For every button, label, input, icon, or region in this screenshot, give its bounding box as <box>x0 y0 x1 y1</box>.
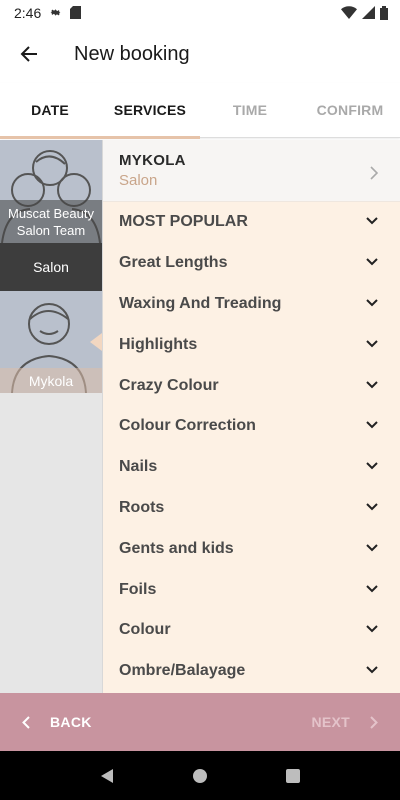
category-label: Waxing And Treading <box>119 294 282 312</box>
chevron-right-icon <box>370 165 384 180</box>
category-label: Roots <box>119 498 165 516</box>
category-label: MOST POPULAR <box>119 213 248 231</box>
chevron-down-icon <box>366 217 380 227</box>
wifi-icon <box>341 6 357 19</box>
selected-staff-name: MYKOLA <box>119 152 186 169</box>
category-row[interactable]: Ombre/Balayage <box>103 651 400 692</box>
chevron-down-icon <box>366 462 380 472</box>
chevron-left-icon <box>22 715 30 729</box>
sd-card-icon <box>70 6 82 19</box>
category-row[interactable]: MOST POPULAR <box>103 202 400 243</box>
page-title: New booking <box>74 42 190 65</box>
category-row[interactable]: Crazy Colour <box>103 365 400 406</box>
chevron-down-icon <box>366 421 380 431</box>
selected-staff-header[interactable]: MYKOLA Salon <box>103 140 400 202</box>
chevron-right-icon <box>370 715 378 729</box>
chevron-down-icon <box>366 666 380 676</box>
next-button[interactable]: NEXT <box>311 693 400 751</box>
back-button-label: BACK <box>50 714 92 730</box>
category-label: Foils <box>119 580 157 598</box>
chevron-down-icon <box>366 503 380 513</box>
category-row[interactable]: Gents and kids <box>103 528 400 569</box>
selection-pointer <box>90 333 102 351</box>
chevron-down-icon <box>366 584 380 595</box>
next-button-label: NEXT <box>311 714 350 730</box>
chevron-down-icon <box>366 299 380 309</box>
category-row[interactable]: Highlights <box>103 324 400 365</box>
staff-list: Muscat Beauty Salon Team Salon Mykola <box>0 140 102 693</box>
battery-icon <box>380 5 388 20</box>
tab-confirm[interactable]: CONFIRM <box>300 83 400 137</box>
chevron-down-icon <box>366 544 380 554</box>
chevron-down-icon <box>366 258 380 268</box>
category-label: Ombre/Balayage <box>119 662 246 680</box>
category-label: Nails <box>119 458 158 476</box>
team-role: Salon <box>0 243 102 291</box>
selected-staff-subtitle: Salon <box>119 172 158 189</box>
status-time: 2:46 <box>14 4 42 21</box>
services-panel: MYKOLA Salon MOST POPULAR Great Lengths … <box>103 140 400 693</box>
booking-tabs: DATE SERVICES TIME CONFIRM <box>0 83 400 139</box>
team-name: Muscat Beauty Salon Team <box>0 200 102 243</box>
staff-card-team[interactable]: Muscat Beauty Salon Team Salon <box>0 140 102 291</box>
tab-services[interactable]: SERVICES <box>100 83 200 137</box>
system-nav-bar <box>0 751 400 800</box>
category-label: Colour <box>119 621 171 639</box>
nav-back-icon[interactable] <box>99 768 115 784</box>
status-bar: 2:46 <box>0 0 400 25</box>
category-row[interactable]: Great Lengths <box>103 243 400 284</box>
category-row[interactable]: Roots <box>103 488 400 529</box>
tab-date[interactable]: DATE <box>0 83 100 137</box>
gear-icon <box>49 6 62 19</box>
signal-icon <box>362 6 375 19</box>
category-label: Colour Correction <box>119 417 256 435</box>
nav-home-icon[interactable] <box>192 768 208 784</box>
back-button[interactable]: BACK <box>0 693 92 751</box>
category-label: Great Lengths <box>119 254 228 272</box>
staff-card-mykola[interactable]: Mykola <box>0 291 102 393</box>
chevron-down-icon <box>366 625 380 635</box>
bottom-action-bar: BACK NEXT <box>0 693 400 751</box>
category-label: Crazy Colour <box>119 376 219 394</box>
category-row[interactable]: Colour <box>103 610 400 651</box>
tab-time[interactable]: TIME <box>200 83 300 137</box>
category-row[interactable]: Waxing And Treading <box>103 284 400 325</box>
chevron-down-icon <box>366 380 380 391</box>
app-bar: New booking <box>0 25 400 83</box>
back-arrow-icon[interactable] <box>1 25 57 83</box>
mykola-name: Mykola <box>0 368 102 393</box>
category-label: Gents and kids <box>119 539 234 557</box>
category-label: Highlights <box>119 335 198 353</box>
category-row[interactable]: Nails <box>103 447 400 488</box>
category-row[interactable]: Colour Correction <box>103 406 400 447</box>
nav-recents-icon[interactable] <box>285 768 301 784</box>
category-row[interactable]: Foils <box>103 569 400 610</box>
chevron-down-icon <box>366 340 380 350</box>
tab-indicator <box>0 136 200 139</box>
